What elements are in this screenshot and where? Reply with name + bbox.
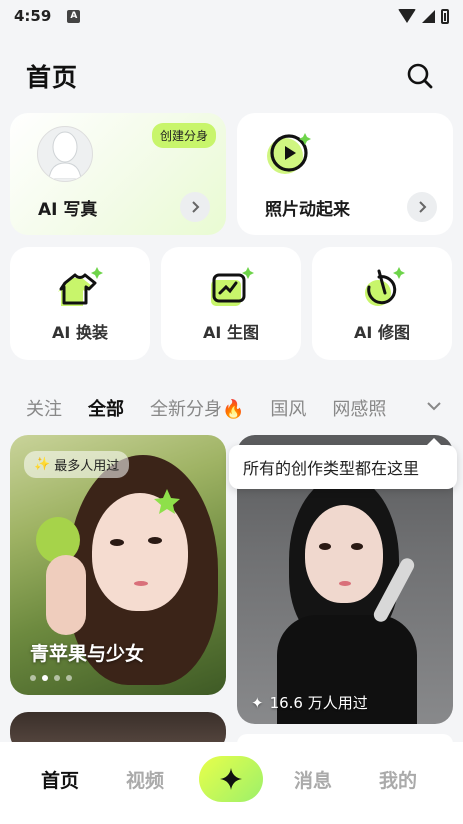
tshirt-icon xyxy=(58,267,103,306)
person-silhouette-icon xyxy=(48,131,82,179)
used-count: ✦ 16.6 万人用过 xyxy=(251,692,368,713)
retouch-icon xyxy=(365,267,405,306)
tab-all[interactable]: 全部 xyxy=(86,395,126,421)
create-button[interactable] xyxy=(199,756,263,802)
nav-video[interactable]: 视频 xyxy=(126,766,164,793)
ai-photo-card[interactable]: 创建分身 AI 写真 xyxy=(10,113,226,235)
page-title: 首页 xyxy=(26,63,79,92)
status-bar: 4:59 A xyxy=(0,0,463,32)
ai-outfit-card[interactable]: AI 换装 xyxy=(10,247,150,360)
carousel-dot xyxy=(66,675,72,681)
most-used-label: 最多人用过 xyxy=(54,459,120,474)
tab-guofeng[interactable]: 国风 xyxy=(270,395,306,421)
tooltip: 所有的创作类型都在这里 xyxy=(229,438,457,489)
signal-icon xyxy=(422,9,435,23)
header: 首页 xyxy=(0,50,463,102)
most-used-badge: ✨ 最多人用过 xyxy=(24,451,130,478)
search-icon xyxy=(407,63,433,89)
ai-outfit-label: AI 换装 xyxy=(52,323,108,342)
animate-photo-title: 照片动起来 xyxy=(265,200,350,220)
create-avatar-badge[interactable]: 创建分身 xyxy=(152,123,217,148)
used-count-label: 16.6 万人用过 xyxy=(269,694,368,712)
ai-photo-title: AI 写真 xyxy=(38,200,98,220)
tab-net-photo[interactable]: 网感照 xyxy=(332,395,386,421)
chevron-down-icon[interactable] xyxy=(425,397,443,415)
ai-retouch-label: AI 修图 xyxy=(354,323,410,342)
sparkle-icon xyxy=(220,768,242,790)
feed-title: 青苹果与少女 xyxy=(30,643,145,665)
status-time: 4:59 xyxy=(14,7,52,25)
search-button[interactable] xyxy=(403,59,437,93)
bottom-nav: 首页 视频 消息 我的 xyxy=(0,742,463,824)
ai-retouch-card[interactable]: AI 修图 xyxy=(312,247,452,360)
tab-new-avatar[interactable]: 全新分身🔥 xyxy=(150,395,244,421)
nav-messages[interactable]: 消息 xyxy=(294,766,332,793)
ai-generate-card[interactable]: AI 生图 xyxy=(161,247,301,360)
play-camera-icon xyxy=(267,133,311,174)
tooltip-text: 所有的创作类型都在这里 xyxy=(243,459,420,478)
nav-home[interactable]: 首页 xyxy=(41,766,79,793)
avatar-placeholder xyxy=(37,126,93,182)
carousel-dot xyxy=(54,675,60,681)
feed-card[interactable]: ✨ 最多人用过 青苹果与少女 xyxy=(10,435,226,695)
chevron-right-icon xyxy=(192,201,200,213)
nav-me[interactable]: 我的 xyxy=(379,766,417,793)
image-generate-icon xyxy=(211,267,254,306)
tab-following[interactable]: 关注 xyxy=(26,395,62,421)
sparkle-icon: ✦ xyxy=(251,693,264,712)
carousel-dot xyxy=(30,675,36,681)
notification-icon: A xyxy=(67,9,81,23)
ai-photo-arrow-button[interactable] xyxy=(180,192,210,222)
animate-photo-card[interactable]: 照片动起来 xyxy=(237,113,453,235)
category-tabs: 关注 全部 全新分身🔥 国风 网感照 xyxy=(0,388,463,428)
battery-icon xyxy=(441,8,449,24)
ai-generate-label: AI 生图 xyxy=(203,323,259,342)
sparkle-icon: ✨ xyxy=(34,457,51,472)
animate-photo-arrow-button[interactable] xyxy=(407,192,437,222)
carousel-dots xyxy=(30,675,72,681)
chevron-right-icon xyxy=(419,201,427,213)
carousel-dot-active xyxy=(42,675,48,681)
wifi-icon xyxy=(398,9,416,23)
